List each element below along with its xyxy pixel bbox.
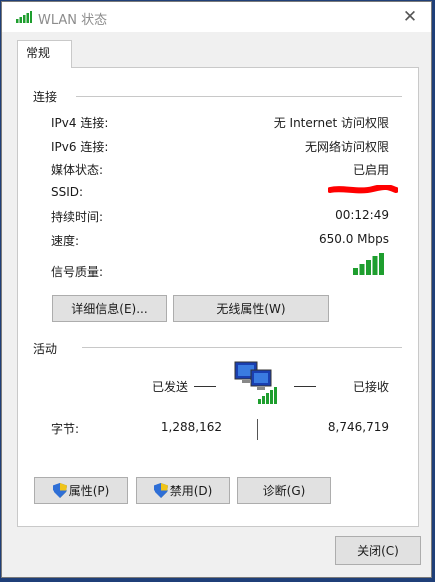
close-button[interactable]: 关闭(C) [335,536,421,565]
connection-heading: 连接 [33,90,58,104]
speed-label: 速度: [51,234,80,248]
sent-label: 已发送 [152,380,189,394]
properties-button-label: 属性(P) [68,484,110,498]
media-state-label: 媒体状态: [51,163,104,177]
media-state-value: 已启用 [352,163,389,177]
speed-value: 650.0 Mbps [318,232,389,246]
wlan-status-window: WLAN 状态 ✕ 常规 连接 IPv4 连接: 无 Internet 访问权限… [1,1,432,578]
activity-divider [82,347,402,348]
close-icon[interactable]: ✕ [399,6,421,28]
bytes-received-value: 8,746,719 [327,420,389,434]
bytes-separator [257,419,258,440]
duration-label: 持续时间: [51,210,104,224]
bytes-sent-value: 1,288,162 [160,420,222,434]
details-button[interactable]: 详细信息(E)... [52,295,167,322]
signal-quality-label: 信号质量: [51,265,104,279]
uac-shield-icon [52,482,67,498]
ipv6-value: 无网络访问权限 [304,140,389,154]
wifi-signal-icon [16,11,32,23]
window-title: WLAN 状态 [38,13,108,28]
network-computers-icon [234,361,277,404]
general-panel: 连接 IPv4 连接: 无 Internet 访问权限 IPv6 连接: 无网络… [17,67,419,527]
properties-button[interactable]: 属性(P) [34,477,128,504]
duration-value: 00:12:49 [335,208,389,222]
disable-button-label: 禁用(D) [169,484,213,498]
ssid-redaction-mark [328,185,398,194]
ipv4-value: 无 Internet 访问权限 [273,116,389,130]
connection-divider [76,96,402,97]
signal-strength-icon [353,253,384,275]
wireless-properties-button[interactable]: 无线属性(W) [173,295,329,322]
sent-dash [194,386,216,387]
ipv4-label: IPv4 连接: [51,116,109,130]
disable-button[interactable]: 禁用(D) [136,477,230,504]
tab-general[interactable]: 常规 [17,40,72,68]
uac-shield-icon [153,482,168,498]
ssid-label: SSID: [51,185,84,199]
diagnose-button[interactable]: 诊断(G) [237,477,331,504]
bytes-label: 字节: [51,422,80,436]
ipv6-label: IPv6 连接: [51,140,109,154]
received-label: 已接收 [352,380,389,394]
activity-heading: 活动 [33,342,58,356]
title-bar: WLAN 状态 ✕ [2,2,431,32]
received-dash [294,386,316,387]
